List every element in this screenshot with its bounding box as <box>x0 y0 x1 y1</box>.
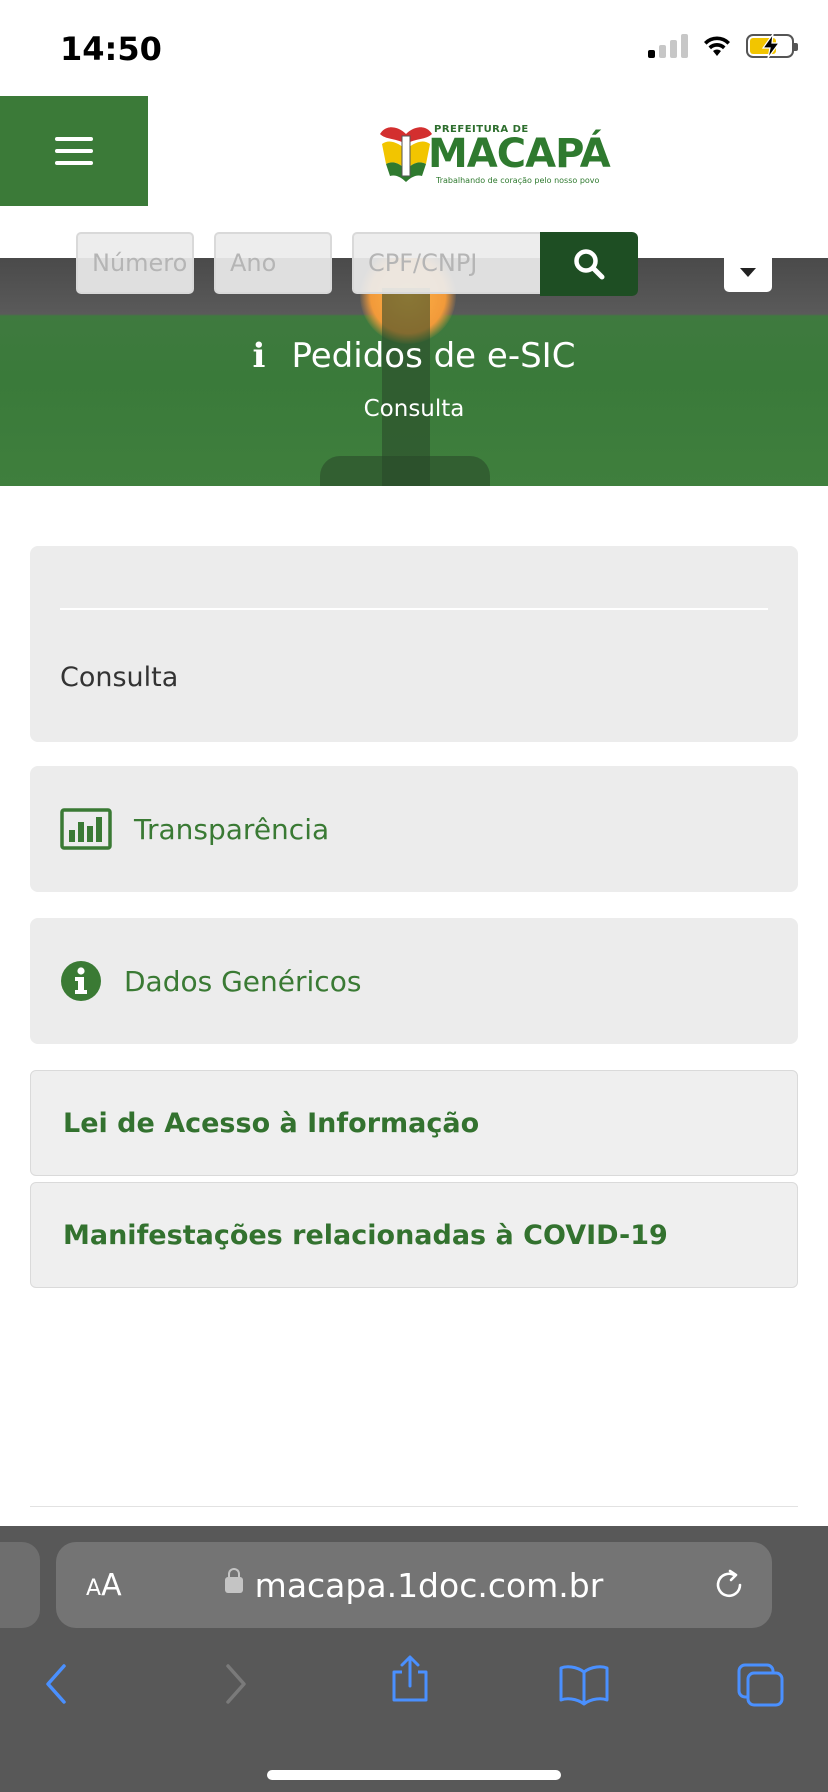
share-icon[interactable] <box>388 1654 432 1708</box>
url-display[interactable]: macapa.1doc.com.br <box>56 1566 772 1605</box>
status-bar: 14:50 <box>0 0 828 96</box>
url-text: macapa.1doc.com.br <box>254 1566 604 1605</box>
macapa-logo[interactable]: PREFEITURA DE MACAPÁ Trabalhando de cora… <box>376 120 611 185</box>
status-time: 14:50 <box>60 30 162 68</box>
logo-tagline: Trabalhando de coração pelo nosso povo <box>436 176 600 185</box>
logo-title: MACAPÁ <box>428 131 611 177</box>
consulta-label: Consulta <box>60 662 179 693</box>
numero-input[interactable]: Número <box>76 232 194 294</box>
home-indicator[interactable] <box>267 1770 561 1780</box>
hamburger-icon <box>55 137 93 165</box>
tabs-icon[interactable] <box>736 1662 786 1712</box>
cellular-signal-icon <box>648 34 688 58</box>
forward-icon[interactable] <box>218 1662 252 1710</box>
battery-icon <box>746 33 798 59</box>
dados-genericos-link[interactable]: Dados Genéricos <box>30 918 798 1044</box>
search-button[interactable] <box>540 232 638 296</box>
page-title-text: Pedidos de e-SIC <box>291 336 576 376</box>
lei-acesso-label: Lei de Acesso à Informação <box>63 1107 480 1139</box>
page-divider <box>30 1506 798 1507</box>
covid-link[interactable]: Manifestações relacionadas à COVID-19 <box>30 1182 798 1288</box>
previous-tab-preview[interactable] <box>0 1542 40 1628</box>
lock-icon <box>224 1567 243 1593</box>
bookmarks-icon[interactable] <box>558 1662 610 1710</box>
transparencia-label: Transparência <box>134 812 330 846</box>
browser-nav-bar <box>0 1652 828 1722</box>
back-icon[interactable] <box>40 1662 74 1710</box>
logo-emblem-icon <box>380 127 432 182</box>
ano-input[interactable]: Ano <box>214 232 332 294</box>
bar-chart-icon <box>60 808 112 850</box>
caret-down-icon <box>740 267 756 277</box>
hero-monument-base <box>320 456 490 486</box>
search-icon <box>574 249 605 280</box>
wifi-icon <box>704 36 730 56</box>
status-icons <box>648 33 798 59</box>
lei-acesso-link[interactable]: Lei de Acesso à Informação <box>30 1070 798 1176</box>
menu-button[interactable] <box>0 96 148 206</box>
cpf-cnpj-input[interactable]: CPF/CNPJ <box>352 232 544 294</box>
transparencia-link[interactable]: Transparência <box>30 766 798 892</box>
page-title: i Pedidos de e-SIC <box>0 336 828 376</box>
dados-genericos-label: Dados Genéricos <box>124 964 362 998</box>
consulta-panel: Consulta <box>30 546 798 742</box>
browser-toolbar: AA macapa.1doc.com.br <box>0 1526 828 1792</box>
page-subtitle: Consulta <box>363 396 465 422</box>
address-bar[interactable]: AA macapa.1doc.com.br <box>56 1542 772 1628</box>
dropdown-toggle[interactable] <box>724 252 772 292</box>
panel-divider <box>60 608 768 610</box>
reload-icon[interactable] <box>712 1568 746 1606</box>
covid-label: Manifestações relacionadas à COVID-19 <box>63 1219 668 1251</box>
info-circle-icon <box>60 960 102 1002</box>
info-icon: i <box>252 336 266 376</box>
